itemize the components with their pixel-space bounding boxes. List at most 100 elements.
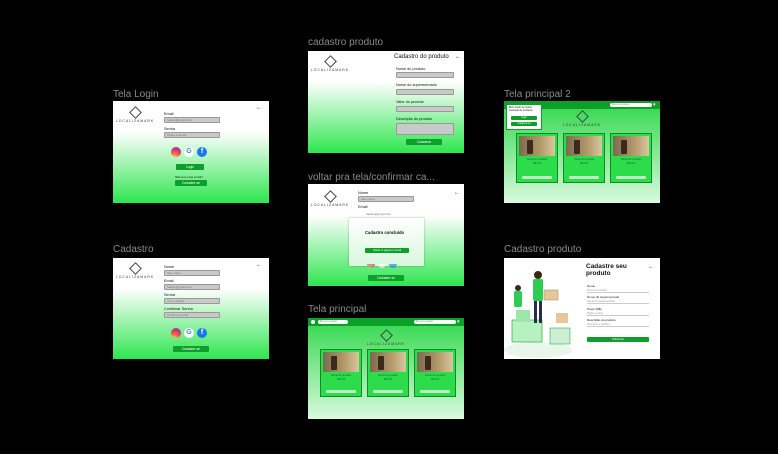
back-arrow-icon[interactable]: ← [256,262,262,268]
facebook-icon[interactable]: f [197,328,207,338]
product-card[interactable]: Nome do produto R$ 0,00 [610,133,652,183]
descricao-input[interactable] [396,123,454,135]
senha-label: Senha [164,293,175,297]
adicionar-button[interactable]: Adicionar [587,337,649,342]
signup-button[interactable]: Cadastre-se [173,346,209,352]
product-price: R$ 0,00 [579,162,589,165]
senha-label: Senha [164,127,175,131]
principal-frame: Buscar produto Buscar produto ▾ LOCALIZA… [308,318,464,419]
field-label: Nome [587,284,596,288]
social-signup: G f [171,328,207,338]
confirmation-dialog: Cadastro concluído Voltar à página inici… [349,218,424,266]
menu-signup-button[interactable]: Cadastre-se [511,122,537,126]
field-label: Descrição do produto [587,318,616,322]
google-icon[interactable] [378,264,386,268]
field-label: Descrição do produto [396,117,433,121]
email-input[interactable]: hadan@gmail.com [164,284,220,290]
facebook-icon[interactable]: f [197,147,207,157]
signup-button[interactable]: Cadastre-se [368,275,404,281]
nome-input[interactable]: Seu nome [358,196,414,202]
frame-label-cadastro-produto2: Cadastro produto [504,244,582,255]
dialog-title: Cadastro concluído [365,230,405,235]
brand-logo: LOCALIZAMARK [310,190,350,207]
login-button[interactable]: Login [176,164,204,170]
instagram-icon[interactable] [171,328,181,338]
supermercado-input[interactable] [396,89,454,95]
product-price: R$ 0,00 [626,162,636,165]
field-label: Nome do supermercado [396,83,437,87]
product-title: Nome do produto [526,158,548,161]
facebook-icon[interactable] [389,264,397,268]
social-login: G f [171,147,207,157]
warehouse-illustration [504,271,572,358]
nome-produto-input[interactable] [396,72,454,78]
nome-label: Nome [358,191,369,195]
product-title: Nome do produto [620,158,642,161]
back-arrow-icon[interactable]: ← [648,264,654,270]
email-value: hadan@gmail.com [366,212,392,216]
google-icon[interactable]: G [184,328,194,338]
product-card[interactable]: Nome do produto R$ 0,00 [367,349,409,397]
top-bar: Buscar produto Buscar produto ▾ [308,318,464,326]
back-arrow-icon[interactable]: ← [454,190,460,196]
brand-logo: LOCALIZAMARK [310,55,350,72]
cart-icon[interactable]: ▾ [653,102,656,108]
user-icon[interactable] [311,320,315,324]
product-card[interactable]: Nome do produto R$ 0,00 [414,349,456,397]
produto-frame: LOCALIZAMARK Cadastro do produto ← Nome … [308,51,464,153]
supermercado-input[interactable]: Nome do supermercado [587,300,649,304]
descricao-input[interactable]: Descreva o produto [587,323,649,327]
menu-login-button[interactable]: Login [511,116,537,120]
email-label: Email [164,112,174,116]
product-card[interactable]: Nome do produto R$ 0,00 [516,133,558,183]
principal2-frame: Buscar produto ▾ Bem-vindo ao nosso merc… [504,101,660,203]
confirmar-input[interactable]: Confirme senha [164,312,220,318]
frame-label-principal: Tela principal [308,304,367,315]
nome-input[interactable]: Seu nome [164,270,220,276]
preco-input[interactable]: Digite o preço [587,312,649,316]
page-title: Cadastre seu produto [586,263,627,277]
product-price: R$ 0,00 [430,378,440,381]
nome-label: Nome [164,265,175,269]
google-icon[interactable]: G [184,147,194,157]
senha-input[interactable]: Crie a senha [164,298,220,304]
product-title: Nome do produto [377,374,399,377]
product-price: R$ 0,00 [532,162,542,165]
search-input[interactable]: Buscar produto [610,103,652,107]
field-label: Valor do produto [396,100,424,104]
search-input[interactable]: Buscar produto [318,320,348,324]
page-title: Cadastro do produto [394,54,449,60]
nome-input[interactable]: Nome do produto [587,289,649,293]
instagram-icon[interactable] [171,147,181,157]
product-title: Nome do produto [330,374,352,377]
back-arrow-icon[interactable]: ← [455,54,461,60]
frame-label-login: Tela Login [113,89,159,100]
email-input[interactable]: hadan@gmail.com [164,117,220,123]
return-home-button[interactable]: Voltar à página inicial [365,248,409,253]
brand-logo: LOCALIZAMARK [366,329,406,346]
field-label: Nome do supermercado [587,295,620,299]
back-arrow-icon[interactable]: ← [256,105,262,111]
product-card[interactable]: Nome do produto R$ 0,00 [563,133,605,183]
valor-input[interactable] [396,106,454,112]
search-input[interactable]: Buscar produto [414,320,456,324]
signup-button[interactable]: Cadastre-se [175,180,207,186]
frame-label-cadastro-produto: cadastro produto [308,37,384,48]
frame-label-principal2: Tela principal 2 [504,89,571,100]
product-card[interactable]: Nome do produto R$ 0,00 [320,349,362,397]
login-frame: LOCALIZAMARK ← Email hadan@gmail.com Sen… [113,101,269,203]
email-label: Email [164,279,174,283]
brand-logo: LOCALIZAMARK [115,106,155,123]
cart-icon[interactable]: ▾ [457,319,460,325]
instagram-icon[interactable] [367,264,375,268]
product-price: R$ 0,00 [383,378,393,381]
email-label: Email [358,205,368,209]
product-price: R$ 0,00 [336,378,346,381]
produto2-frame: Cadastre seu produto ← Nome Nome do prod… [504,258,660,359]
confirmar-label: Confirmar Senha [164,307,193,311]
cadastrar-button[interactable]: Cadastrar [406,139,442,145]
frame-label-voltar: voltar pra tela/confirmar ca... [308,172,435,183]
brand-logo: LOCALIZAMARK [562,110,602,127]
product-title: Nome do produto [424,374,446,377]
senha-input[interactable]: Digite a senha [164,132,220,138]
